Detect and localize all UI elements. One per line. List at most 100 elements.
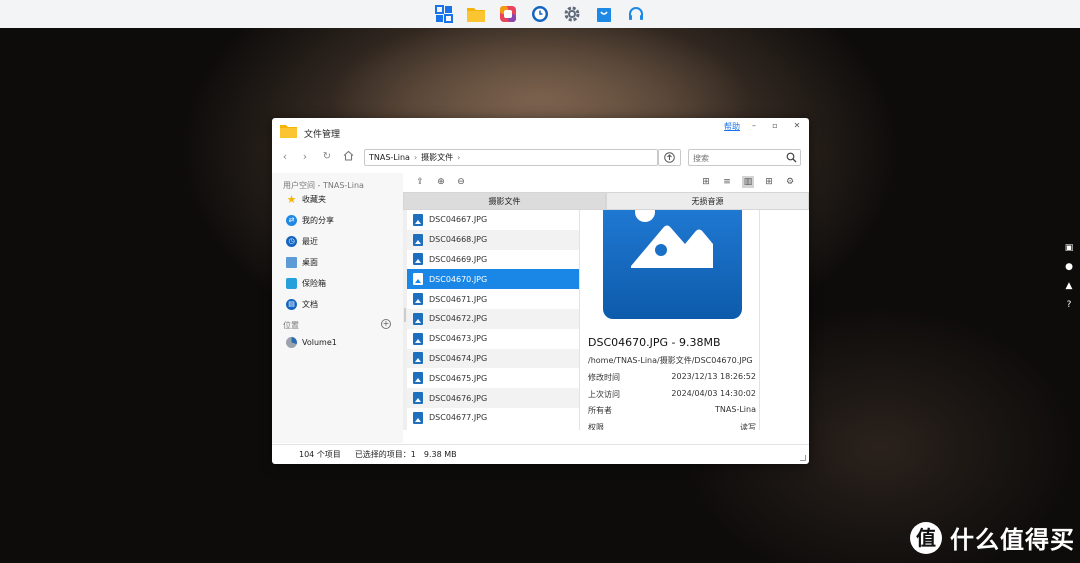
add-location-icon[interactable]: + — [381, 319, 391, 329]
meta-value: 2024/04/03 14:30:02 — [671, 389, 756, 398]
document-icon: ▤ — [286, 298, 297, 310]
minimize-icon[interactable]: – — [748, 120, 760, 132]
photos-icon[interactable] — [497, 3, 519, 25]
window-resize-handle[interactable] — [800, 455, 806, 461]
volume-disk-icon — [286, 336, 297, 348]
sidebar-item-label: 文档 — [302, 299, 318, 309]
back-icon[interactable]: ‹ — [278, 150, 292, 164]
sidebar-item-recent[interactable]: ◷ 最近 — [286, 234, 318, 248]
help-link[interactable]: 帮助 — [724, 121, 740, 132]
desktop-side-toolbar: ▣ ● ▲ ? — [1064, 243, 1074, 310]
file-name: DSC04676.JPG — [429, 393, 488, 403]
sidebar-item-safe-box[interactable]: 保险箱 — [286, 276, 326, 290]
taskbar — [0, 0, 1080, 28]
backup-clock-icon[interactable] — [529, 3, 551, 25]
preview-title: DSC04670.JPG - 9.38MB — [588, 336, 721, 349]
user-space-header: 用户空间 - TNAS-Lina — [283, 181, 364, 190]
sidebar-item-label: Volume1 — [302, 337, 337, 347]
sidebar-item-label: 收藏夹 — [302, 194, 326, 204]
file-row-selected[interactable]: DSC04670.JPG — [407, 269, 579, 290]
file-row[interactable]: DSC04672.JPG — [407, 308, 579, 329]
preview-path: /home/TNAS-Lina/摄影文件/DSC04670.JPG — [588, 356, 753, 365]
grid-view-icon[interactable]: ⊞ — [700, 176, 712, 188]
home-icon[interactable] — [341, 150, 355, 164]
folder-icon — [280, 124, 297, 138]
help-icon[interactable]: ? — [1064, 300, 1074, 310]
recent-icon: ◷ — [286, 235, 297, 247]
file-name: DSC04674.JPG — [429, 353, 488, 363]
search-box[interactable] — [688, 149, 801, 166]
selected-size: 9.38 MB — [423, 450, 457, 459]
file-row[interactable]: DSC04675.JPG — [407, 368, 579, 388]
path-bar[interactable]: TNAS-Lina › 摄影文件 › — [364, 149, 658, 166]
search-input[interactable] — [693, 152, 781, 164]
image-file-icon — [603, 210, 742, 319]
image-file-icon — [413, 372, 423, 385]
tab-lossless-audio[interactable]: 无损音源 — [606, 192, 809, 210]
settings-icon[interactable]: ⚙ — [784, 176, 796, 188]
file-row[interactable]: DSC04673.JPG — [407, 329, 579, 349]
file-row[interactable]: DSC04669.JPG — [407, 250, 579, 270]
store-bag-icon[interactable] — [593, 3, 615, 25]
star-icon: ★ — [286, 192, 297, 206]
breadcrumb-root[interactable]: TNAS-Lina — [369, 153, 410, 162]
settings-gear-icon[interactable] — [561, 3, 583, 25]
forward-icon[interactable]: › — [298, 150, 312, 164]
support-headset-icon[interactable] — [625, 3, 647, 25]
meta-accessed: 上次访问 2024/04/03 14:30:02 — [588, 389, 756, 401]
status-bar: 104 个项目 已选择的项目：1 9.38 MB — [272, 444, 809, 464]
tab-photography[interactable]: 摄影文件 — [403, 192, 606, 210]
sidebar-item-favorites[interactable]: ★ 收藏夹 — [286, 192, 326, 206]
close-icon[interactable]: ✕ — [791, 120, 803, 132]
watermark: 值 什么值得买 — [910, 520, 1075, 555]
sidebar-item-desktop[interactable]: 桌面 — [286, 255, 318, 269]
column-resize-handle[interactable] — [404, 308, 406, 322]
file-row[interactable]: DSC04677.JPG — [407, 408, 579, 428]
breadcrumb-folder[interactable]: 摄影文件 — [421, 152, 453, 163]
column-view-icon[interactable]: ▥ — [742, 176, 754, 188]
meta-value: 2023/12/13 18:26:52 — [671, 372, 756, 381]
meta-key: 所有者 — [588, 406, 612, 415]
image-file-icon — [413, 312, 423, 325]
sidebar-item-documents[interactable]: ▤ 文档 — [286, 297, 318, 311]
file-row[interactable]: DSC04671.JPG — [407, 289, 579, 309]
watermark-text: 什么值得买 — [950, 526, 1075, 554]
refresh-icon[interactable]: ↻ — [320, 150, 334, 164]
file-name: DSC04668.JPG — [429, 235, 488, 245]
sidebar-item-label: 我的分享 — [302, 215, 334, 225]
arrow-up-circle-icon — [664, 152, 675, 163]
file-toolbar: ⇪ ⊕ ⊖ ⊞ ≡ ▥ ⊞ ⚙ — [403, 173, 809, 192]
preview-right-divider — [759, 210, 760, 430]
list-view-icon[interactable]: ≡ — [721, 176, 733, 188]
file-row[interactable]: DSC04668.JPG — [407, 229, 579, 250]
image-file-icon — [413, 352, 423, 365]
maximize-icon[interactable]: ▫ — [769, 120, 781, 132]
share-icon: ⇄ — [286, 214, 297, 226]
file-row[interactable]: DSC04676.JPG — [407, 388, 579, 408]
monitor-icon[interactable]: ▣ — [1064, 243, 1074, 253]
sidebar-item-my-share[interactable]: ⇄ 我的分享 — [286, 213, 334, 227]
file-manager-icon[interactable] — [465, 3, 487, 25]
image-file-icon — [413, 392, 423, 405]
search-icon[interactable] — [786, 152, 797, 163]
meta-permission: 权限 读写 — [588, 422, 756, 430]
breadcrumb-separator-icon: › — [413, 153, 418, 162]
file-manager-window: 文件管理 帮助 – ▫ ✕ ‹ › ↻ TNAS-Lina › 摄影文件 › 用… — [272, 118, 809, 464]
sidebar-item-volume1[interactable]: Volume1 — [286, 335, 337, 349]
sidebar: 用户空间 - TNAS-Lina ★ 收藏夹 ⇄ 我的分享 ◷ 最近 桌面 保险… — [272, 173, 403, 443]
add-circle-icon[interactable]: ⊕ — [435, 176, 447, 188]
remove-circle-icon[interactable]: ⊖ — [455, 176, 467, 188]
image-file-icon — [413, 411, 423, 424]
file-row[interactable]: DSC04667.JPG — [407, 210, 579, 230]
file-name: DSC04675.JPG — [429, 373, 488, 383]
file-row[interactable]: DSC04674.JPG — [407, 348, 579, 369]
bell-icon[interactable]: ▲ — [1064, 281, 1074, 291]
app-center-icon[interactable] — [433, 3, 455, 25]
new-window-icon[interactable]: ⊞ — [763, 176, 775, 188]
location-header: 位置 — [283, 321, 299, 330]
upload-icon[interactable]: ⇪ — [414, 176, 426, 188]
selected-count: 已选择的项目：1 — [354, 450, 416, 459]
message-icon[interactable]: ● — [1064, 262, 1074, 272]
window-titlebar[interactable]: 文件管理 帮助 – ▫ ✕ — [272, 118, 809, 144]
upload-up-button[interactable] — [658, 149, 681, 166]
